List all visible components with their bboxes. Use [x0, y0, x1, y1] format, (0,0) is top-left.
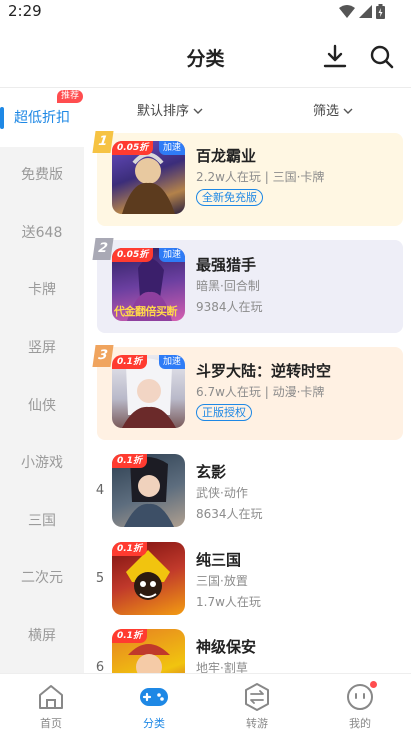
game-name: 斗罗大陆：逆转时空 [196, 362, 332, 380]
sidebar-item-minigame[interactable]: 小游戏 [0, 443, 84, 483]
game-tag: 全新免充版 [196, 189, 263, 206]
active-indicator [0, 107, 4, 129]
game-name: 最强猎手 [196, 256, 257, 274]
nav-transfer[interactable]: 转游 [206, 674, 308, 732]
sidebar-item-648[interactable]: 送648 [0, 213, 84, 253]
sidebar-item-label: 小游戏 [21, 455, 63, 471]
game-icon[interactable]: 0.05折 加速 代金翻倍买断 [112, 248, 185, 321]
sidebar-item-three-kingdoms[interactable]: 三国 [0, 501, 84, 541]
filter-dropdown[interactable]: 筛选 [313, 100, 353, 119]
filter-label: 筛选 [313, 104, 340, 119]
download-icon[interactable] [322, 44, 348, 70]
transfer-icon [245, 683, 269, 711]
rank-badge: 1 [92, 131, 114, 153]
nav-label: 首页 [40, 717, 62, 730]
rank-number: 5 [95, 571, 105, 586]
nav-label: 我的 [349, 717, 371, 730]
sidebar-item-anime[interactable]: 二次元 [0, 558, 84, 598]
page-title: 分类 [186, 48, 225, 70]
discount-badge: 0.1折 [112, 355, 147, 369]
game-name: 神级保安 [196, 638, 257, 656]
boost-badge: 加速 [158, 141, 185, 155]
game-meta: 6.7w人在玩 | 动漫·卡牌 [196, 385, 325, 399]
wifi-icon [339, 5, 355, 18]
game-icon[interactable]: 0.1折 [112, 454, 185, 527]
sort-label: 默认排序 [137, 104, 190, 119]
sidebar-item-label: 竖屏 [28, 340, 56, 356]
game-players: 8634人在玩 [196, 507, 263, 521]
nav-home[interactable]: 首页 [0, 674, 102, 732]
list-clip: 6 0.1折 神级保安 地牢·割草 [84, 615, 411, 673]
discount-badge: 0.1折 [112, 454, 147, 468]
game-icon[interactable]: 0.1折 [112, 629, 185, 673]
recommend-badge: 推荐 [57, 90, 84, 103]
sidebar-item-label: 超低折扣 [14, 110, 70, 126]
sidebar-item-portrait[interactable]: 竖屏 [0, 328, 84, 368]
category-sidebar: 超低折扣 推荐 免费版 送648 卡牌 竖屏 仙侠 小游戏 三国 二次元 横屏 [0, 89, 84, 673]
rank-badge: 2 [92, 238, 114, 260]
game-icon[interactable]: 0.1折 加速 [112, 355, 185, 428]
chevron-down-icon [193, 108, 203, 114]
sidebar-item-label: 三国 [28, 513, 56, 529]
home-icon [39, 685, 63, 709]
sidebar-item-label: 免费版 [21, 167, 63, 183]
discount-badge: 0.1折 [112, 629, 147, 643]
game-meta: 2.2w人在玩 | 三国·卡牌 [196, 170, 325, 184]
rank-badge: 3 [92, 345, 114, 367]
nav-label: 分类 [143, 717, 165, 730]
game-icon[interactable]: 0.05折 加速 [112, 141, 185, 214]
sidebar-item-label: 卡牌 [28, 282, 56, 298]
sidebar-item-label: 横屏 [28, 628, 56, 644]
top-bar: 分类 [0, 24, 411, 88]
game-name: 玄影 [196, 463, 227, 481]
game-icon[interactable]: 0.1折 [112, 542, 185, 615]
bottom-nav: 首页 分类 转游 我的 [0, 673, 411, 732]
discount-badge: 0.05折 [112, 248, 154, 262]
status-bar: 2:29 [0, 0, 411, 24]
boost-badge: 加速 [158, 248, 185, 262]
sidebar-item-label: 送648 [21, 225, 63, 241]
game-meta: 地牢·割草 [196, 661, 248, 673]
nav-mine[interactable]: 我的 [309, 674, 411, 732]
nav-category[interactable]: 分类 [103, 674, 205, 732]
discount-badge: 0.1折 [112, 542, 147, 556]
rank-number: 6 [95, 660, 105, 673]
sidebar-item-xianxia[interactable]: 仙侠 [0, 386, 84, 426]
game-name: 百龙霸业 [196, 147, 257, 165]
nav-label: 转游 [246, 717, 268, 730]
signal-icon [359, 5, 372, 18]
game-name: 纯三国 [196, 551, 242, 569]
sidebar-item-label: 二次元 [21, 570, 63, 586]
game-tag: 正版授权 [196, 404, 252, 421]
gamepad-icon [140, 688, 168, 706]
status-time: 2:29 [8, 2, 42, 20]
game-players: 1.7w人在玩 [196, 595, 261, 609]
notification-dot [370, 681, 377, 688]
sort-dropdown[interactable]: 默认排序 [137, 100, 203, 119]
rank-number: 4 [95, 483, 105, 498]
sidebar-item-card[interactable]: 卡牌 [0, 270, 84, 310]
sidebar-item-free[interactable]: 免费版 [0, 155, 84, 195]
status-icons [339, 4, 385, 19]
chevron-down-icon [343, 108, 353, 114]
battery-icon [376, 4, 385, 19]
game-meta: 三国·放置 [196, 574, 248, 588]
game-players: 9384人在玩 [196, 300, 263, 314]
sidebar-item-label: 仙侠 [28, 398, 56, 414]
sidebar-item-landscape[interactable]: 横屏 [0, 616, 84, 656]
boost-badge: 加速 [158, 355, 185, 369]
search-icon[interactable] [369, 44, 395, 70]
game-meta: 武侠·动作 [196, 486, 248, 500]
promo-banner: 代金翻倍买断 [114, 305, 178, 318]
game-meta: 暗黑·回合制 [196, 279, 260, 293]
discount-badge: 0.05折 [112, 141, 154, 155]
